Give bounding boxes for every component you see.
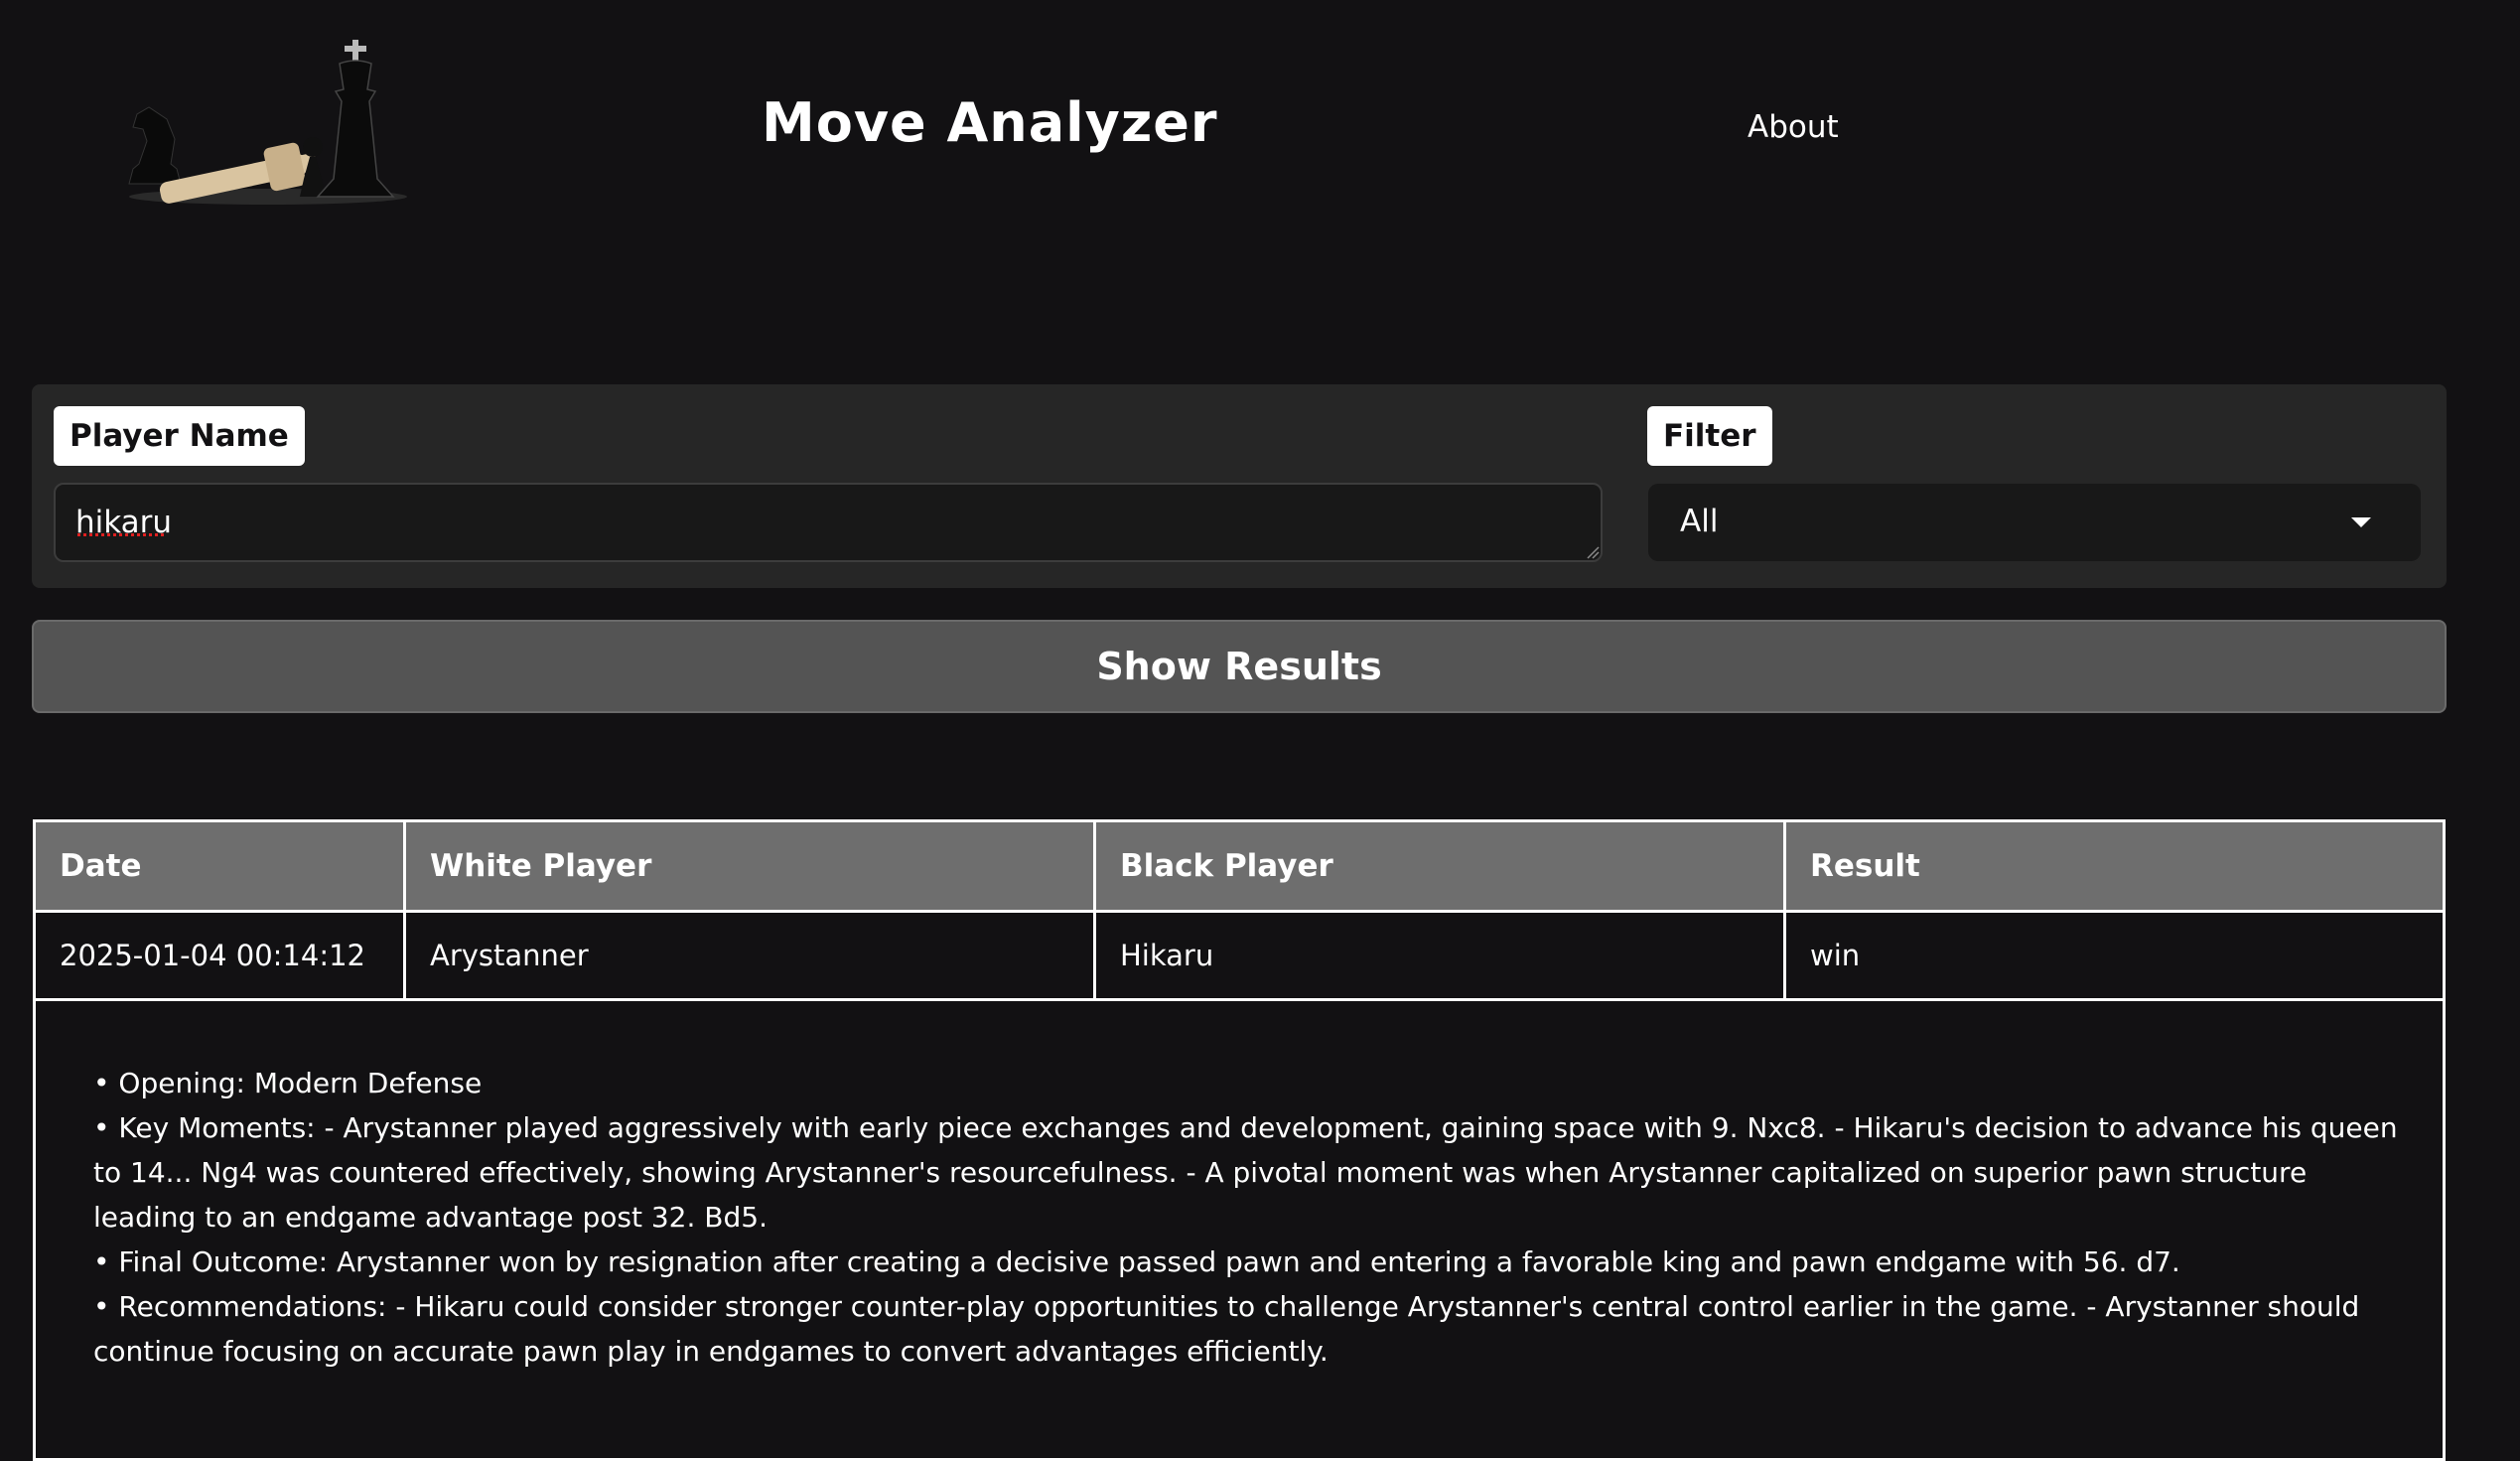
- player-name-label: Player Name: [54, 406, 305, 466]
- column-header-result: Result: [1783, 819, 2446, 913]
- column-header-black-player: Black Player: [1093, 819, 1786, 913]
- cell-date: 2025-01-04 00:14:12: [33, 910, 406, 1001]
- table-header-row: Date White Player Black Player Result: [33, 819, 2446, 913]
- analysis-recommendations: • Recommendations: - Hikaru could consid…: [93, 1290, 2360, 1368]
- show-results-button[interactable]: Show Results: [32, 620, 2447, 713]
- analysis-text: • Opening: Modern Defense • Key Moments:…: [33, 998, 2446, 1460]
- filter-selected-value: All: [1680, 504, 1719, 539]
- search-form-panel: Player Name Filter All: [32, 384, 2447, 588]
- resize-grip-icon[interactable]: [1586, 545, 1600, 559]
- nav-link-about[interactable]: About: [1748, 109, 1839, 145]
- player-name-input[interactable]: [54, 483, 1603, 562]
- filter-label: Filter: [1647, 406, 1772, 466]
- page-title: Move Analyzer: [762, 91, 1218, 154]
- chess-pieces-logo: [128, 40, 407, 205]
- table-row[interactable]: 2025-01-04 00:14:12 Arystanner Hikaru wi…: [33, 910, 2446, 1001]
- column-header-date: Date: [33, 819, 406, 913]
- app-header: Move Analyzer About: [0, 0, 2520, 298]
- analysis-row: • Opening: Modern Defense • Key Moments:…: [33, 998, 2446, 1460]
- cell-white-player: Arystanner: [403, 910, 1096, 1001]
- cell-result: win: [1783, 910, 2446, 1001]
- analysis-key-moments: • Key Moments: - Arystanner played aggre…: [93, 1111, 2398, 1234]
- spellcheck-underline: [77, 533, 167, 536]
- cell-black-player: Hikaru: [1093, 910, 1786, 1001]
- results-table: Date White Player Black Player Result 20…: [33, 819, 2446, 1461]
- caret-down-icon: [2351, 517, 2371, 527]
- analysis-opening: • Opening: Modern Defense: [93, 1067, 483, 1099]
- column-header-white-player: White Player: [403, 819, 1096, 913]
- filter-dropdown[interactable]: All: [1648, 484, 2421, 561]
- analysis-final-outcome: • Final Outcome: Arystanner won by resig…: [93, 1245, 2180, 1278]
